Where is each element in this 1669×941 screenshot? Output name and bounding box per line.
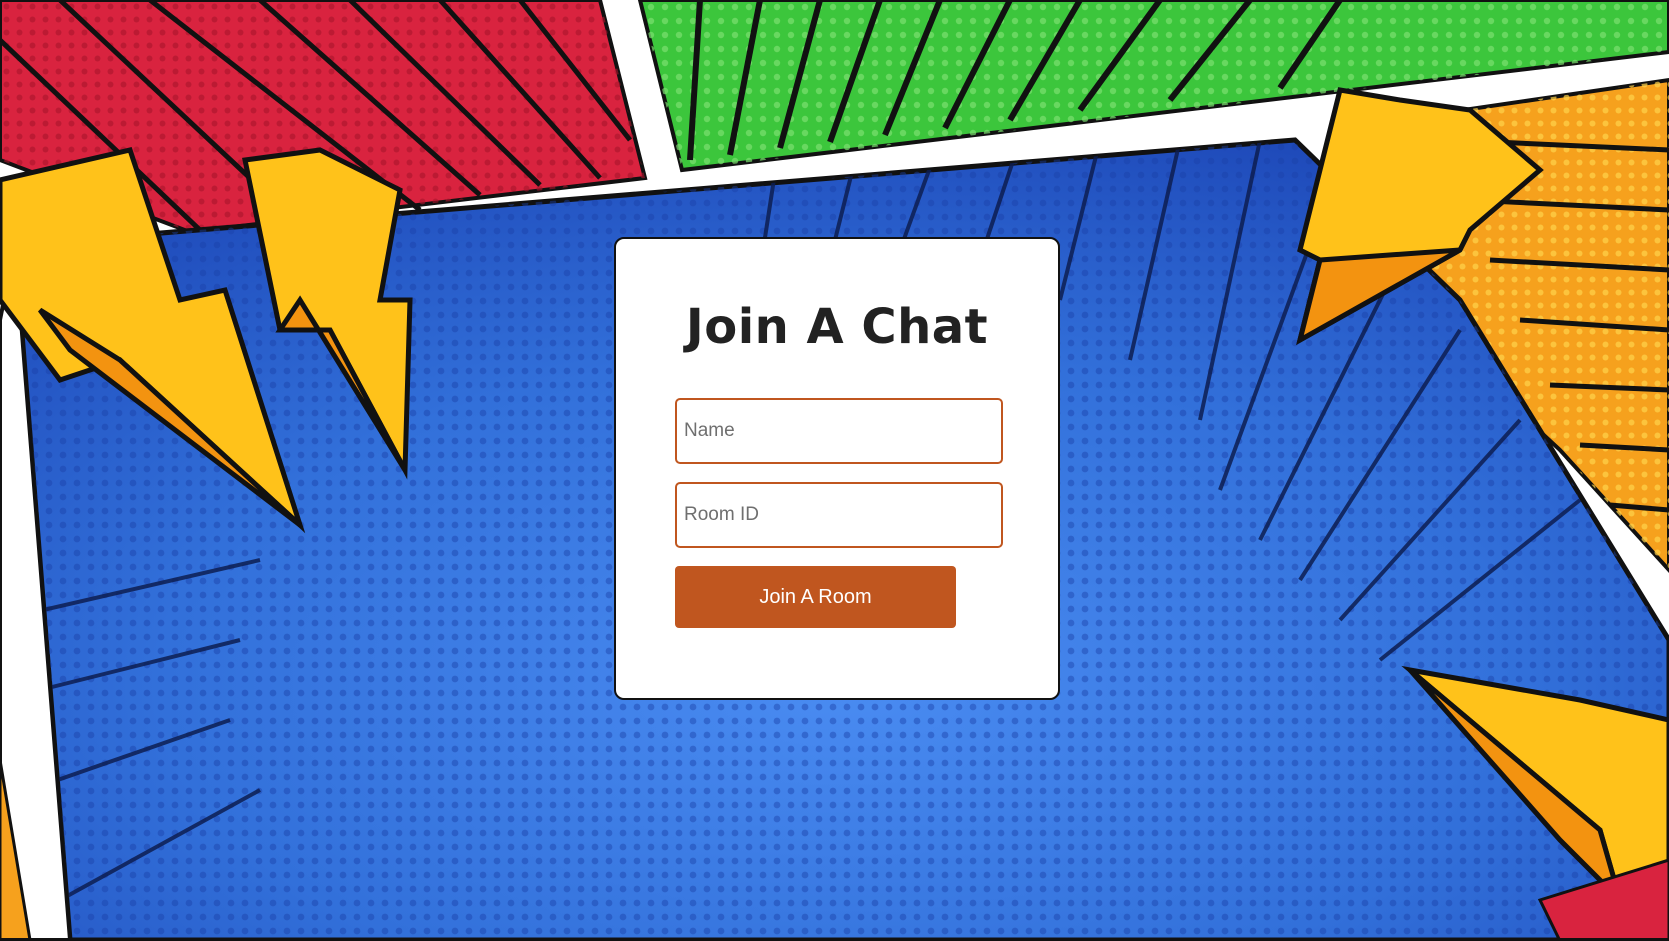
join-room-button[interactable]: Join A Room [675, 566, 956, 628]
name-input[interactable] [675, 398, 1003, 464]
room-id-input[interactable] [675, 482, 1003, 548]
join-chat-card: Join A Chat Join A Room [614, 237, 1060, 700]
page-title: Join A Chat [685, 299, 989, 355]
